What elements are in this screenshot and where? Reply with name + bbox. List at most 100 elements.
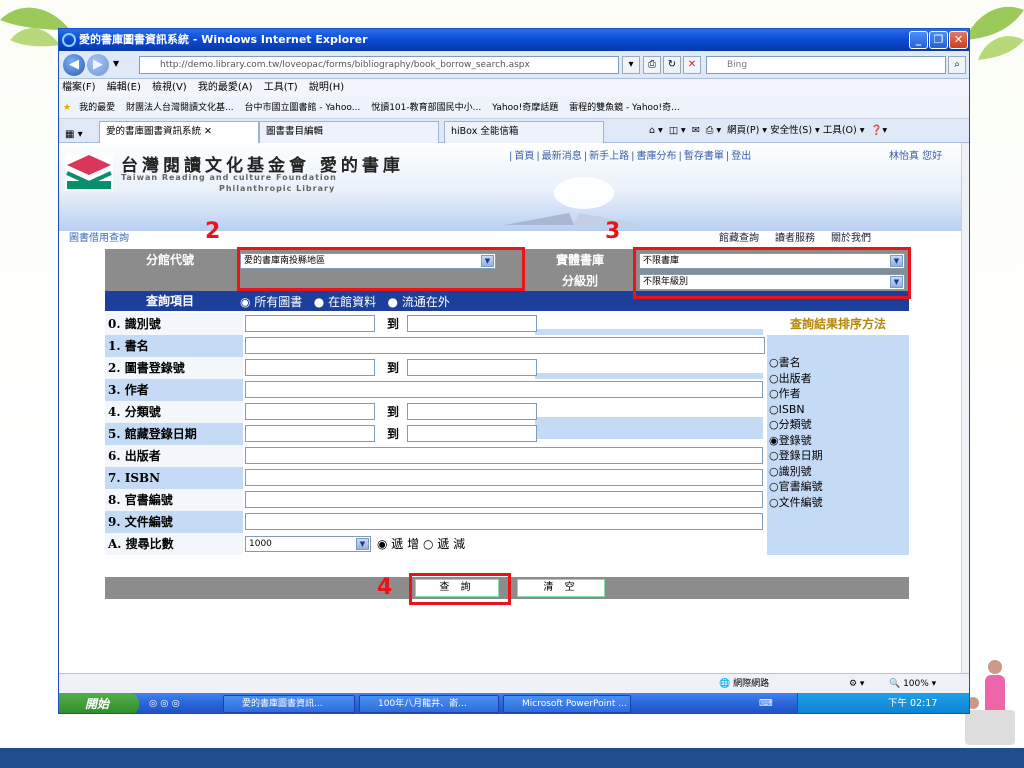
reg-no-to-input[interactable]	[407, 359, 537, 376]
count-select[interactable]: 1000 ▼	[245, 536, 371, 552]
sort-reg-date-radio[interactable]: ○登錄日期	[769, 448, 909, 464]
history-dropdown-icon[interactable]: ▼	[113, 59, 119, 68]
order-desc-radio[interactable]: ○ 遞 減	[423, 537, 465, 551]
menu-view[interactable]: 檢視(V)	[152, 82, 187, 93]
search-form: 分館代號 愛的書庫南投縣地區 ▼ 實體書庫 不限書庫 ▼ 分級別 不限年級別 ▼ 查詢…	[105, 219, 911, 609]
help-icon[interactable]: ❓▾	[871, 125, 888, 136]
zoom-control[interactable]: 🔍 100% ▾	[889, 674, 936, 694]
class-from-input[interactable]	[245, 403, 375, 420]
sort-title-radio[interactable]: ○書名	[769, 355, 909, 371]
ie-icon	[62, 33, 76, 47]
nav-logout[interactable]: 登出	[731, 151, 751, 162]
forward-button[interactable]: ▶	[87, 54, 109, 76]
keyboard-icon[interactable]: ⌨	[759, 693, 773, 713]
favorites-star-icon[interactable]: ★	[63, 103, 71, 113]
title-input[interactable]	[245, 337, 765, 354]
protected-mode-icon[interactable]: ⚙ ▾	[849, 674, 864, 694]
search-icon[interactable]: ⌕	[948, 56, 966, 74]
menu-favorites[interactable]: 我的最愛(A)	[198, 82, 253, 93]
sort-author-radio[interactable]: ○作者	[769, 386, 909, 402]
publisher-input[interactable]	[245, 447, 763, 464]
link-collection-search[interactable]: 館藏查詢	[719, 233, 759, 244]
scope-inlib-radio[interactable]: ● 在館資料	[314, 295, 376, 309]
sort-id-radio[interactable]: ○識別號	[769, 464, 909, 480]
page-content: 台灣閱讀文化基金會 愛的書庫 Taiwan Reading and cultur…	[59, 143, 961, 673]
print-icon[interactable]: ⎙ ▾	[706, 125, 721, 136]
favorite-item[interactable]: Yahoo!奇摩話題	[492, 103, 558, 113]
field-label-count: A. 搜尋比數	[105, 533, 243, 555]
sort-isbn-radio[interactable]: ○ISBN	[769, 402, 909, 418]
address-dropdown-icon[interactable]: ▾	[622, 56, 640, 74]
tab-library-system[interactable]: 愛的書庫圖書資訊系統 ✕	[99, 121, 259, 143]
sort-doc-no-radio[interactable]: ○文件編號	[769, 495, 909, 511]
link-reader-service[interactable]: 讀者服務	[775, 233, 815, 244]
menu-edit[interactable]: 編輯(E)	[107, 82, 141, 93]
address-bar: ◀ ▶ ▼ http://demo.library.com.tw/loveopa…	[59, 51, 969, 79]
order-asc-radio[interactable]: ◉ 遞 增	[377, 537, 419, 551]
link-about[interactable]: 關於我們	[831, 233, 871, 244]
field-band	[535, 373, 763, 379]
isbn-input[interactable]	[245, 469, 763, 486]
sort-reg-no-radio[interactable]: ◉登錄號	[769, 433, 909, 449]
window-titlebar[interactable]: 愛的書庫圖書資訊系統 - Windows Internet Explorer	[59, 29, 969, 51]
refresh-icon[interactable]: ↻	[663, 56, 681, 74]
logo-subtitle: Taiwan Reading and culture Foundation	[121, 173, 337, 182]
feeds-icon[interactable]: ◫ ▾	[669, 125, 686, 136]
id-from-input[interactable]	[245, 315, 375, 332]
nav-news[interactable]: 最新消息	[542, 151, 582, 162]
gov-no-input[interactable]	[245, 491, 763, 508]
top-nav: | 首頁 | 最新消息 | 新手上路 | 書庫分布 | 暫存書單 | 登出	[509, 151, 752, 162]
stop-icon[interactable]: ✕	[683, 56, 701, 74]
close-button[interactable]: ✕	[949, 31, 968, 49]
maximize-button[interactable]: ❐	[929, 31, 948, 49]
quick-launch-icons[interactable]: ◎ ◎ ◎	[149, 693, 180, 713]
breadcrumb[interactable]: 圖書借用查詢	[69, 231, 129, 247]
sort-gov-no-radio[interactable]: ○官書編號	[769, 479, 909, 495]
task-button[interactable]: Microsoft PowerPoint ...	[503, 695, 631, 713]
sort-class-radio[interactable]: ○分類號	[769, 417, 909, 433]
scope-out-radio[interactable]: ● 流通在外	[388, 295, 450, 309]
favorites-bar: ★ 我的最愛 財團法人台灣閱讀文化基... 台中市國立圖書館 - Yahoo...…	[59, 97, 969, 119]
command-bar: ⌂ ▾ ◫ ▾ ✉ ⎙ ▾ 網頁(P) ▾ 安全性(S) ▾ 工具(O) ▾ ❓…	[649, 119, 969, 143]
nav-booklist[interactable]: 暫存書單	[684, 151, 724, 162]
favorite-item[interactable]: 雷程的雙魚鏡 - Yahoo!奇...	[569, 103, 680, 113]
favorite-item[interactable]: 悅讀101-教育部國民中小...	[371, 103, 481, 113]
nav-guide[interactable]: 新手上路	[589, 151, 629, 162]
doc-no-input[interactable]	[245, 513, 763, 530]
favorite-item[interactable]: 台中市國立圖書館 - Yahoo...	[244, 103, 360, 113]
compat-view-icon[interactable]: ⎙	[643, 56, 661, 74]
right-links: 館藏查詢 讀者服務 關於我們	[719, 231, 887, 247]
task-button[interactable]: 愛的書庫圖書資訊...	[223, 695, 355, 713]
reg-no-from-input[interactable]	[245, 359, 375, 376]
task-button[interactable]: 100年八月龍井、嵛...	[359, 695, 499, 713]
tab-catalog-edit[interactable]: 圖書書目編輯	[259, 121, 439, 143]
field-label-reg-date: 5. 館藏登錄日期	[105, 423, 243, 445]
annotation-box-3	[633, 247, 911, 299]
nav-branches[interactable]: 書庫分布	[637, 151, 677, 162]
start-button[interactable]: 開始	[59, 693, 139, 713]
home-icon[interactable]: ⌂ ▾	[649, 125, 663, 136]
menu-tools[interactable]: 工具(T)	[264, 82, 298, 93]
author-input[interactable]	[245, 381, 763, 398]
favorite-item[interactable]: 財團法人台灣閱讀文化基...	[126, 103, 234, 113]
sort-publisher-radio[interactable]: ○出版者	[769, 371, 909, 387]
menu-file[interactable]: 檔案(F)	[62, 82, 96, 93]
date-to-input[interactable]	[407, 425, 537, 442]
vertical-scrollbar[interactable]	[961, 143, 969, 673]
favorite-item[interactable]: 我的最愛	[79, 103, 115, 113]
step-number-4: 4	[377, 575, 393, 600]
address-input[interactable]: http://demo.library.com.tw/loveopac/form…	[139, 56, 619, 74]
tab-hibox[interactable]: hiBox 全能信箱	[444, 121, 604, 143]
nav-home[interactable]: 首頁	[514, 151, 534, 162]
minimize-button[interactable]: _	[909, 31, 928, 49]
class-to-input[interactable]	[407, 403, 537, 420]
scope-all-radio[interactable]: ◉ 所有圖書	[240, 295, 302, 309]
id-to-input[interactable]	[407, 315, 537, 332]
command-menus[interactable]: 網頁(P) ▾ 安全性(S) ▾ 工具(O) ▾	[727, 125, 864, 136]
date-from-input[interactable]	[245, 425, 375, 442]
clear-button[interactable]: 清 空	[517, 579, 605, 597]
back-button[interactable]: ◀	[63, 54, 85, 76]
mail-icon[interactable]: ✉	[692, 125, 700, 136]
menu-help[interactable]: 說明(H)	[309, 82, 344, 93]
search-input[interactable]: Bing	[706, 56, 946, 74]
